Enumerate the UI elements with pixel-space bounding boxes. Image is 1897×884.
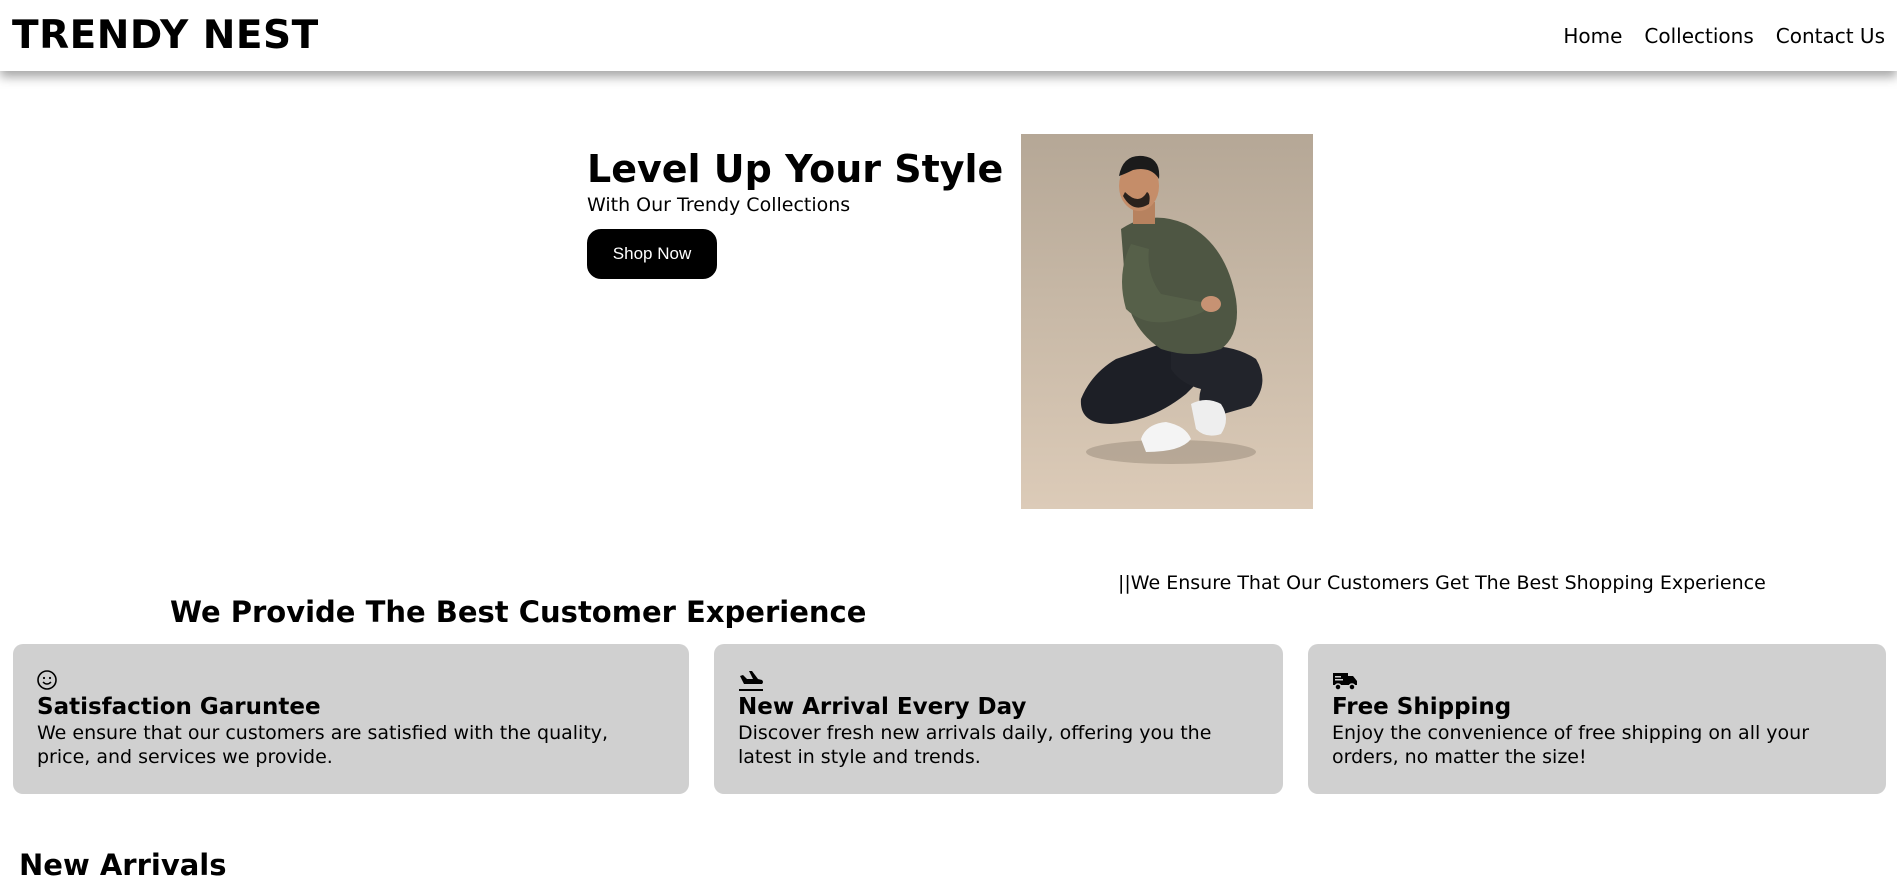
feature-card-satisfaction: Satisfaction Garuntee We ensure that our… [13, 644, 689, 794]
feature-text: Discover fresh new arrivals daily, offer… [738, 722, 1212, 768]
hero-text: Level Up Your Style With Our Trendy Coll… [587, 145, 1004, 279]
model-illustration [1080, 155, 1263, 464]
brand-logo[interactable]: TRENDY NEST [12, 13, 319, 59]
nav-contact-link[interactable]: Contact Us [1776, 22, 1885, 50]
feature-text: We ensure that our customers are satisfi… [37, 722, 609, 768]
plane-arrival-icon [739, 671, 763, 691]
feature-text: Enjoy the convenience of free shipping o… [1332, 722, 1810, 768]
feature-title: Satisfaction Garuntee [37, 694, 321, 720]
main-nav: Home Collections Contact Us [1563, 22, 1885, 50]
hero-title: Level Up Your Style [587, 147, 1004, 191]
hero-subtitle: With Our Trendy Collections [587, 194, 851, 216]
new-arrivals-heading: New Arrivals [19, 848, 227, 883]
hero-model-photo [1021, 134, 1313, 509]
feature-card-new-arrival: New Arrival Every Day Discover fresh new… [714, 644, 1283, 794]
experience-tagline: ||We Ensure That Our Customers Get The B… [1118, 572, 1766, 594]
nav-home-link[interactable]: Home [1563, 22, 1622, 50]
feature-title: Free Shipping [1332, 694, 1512, 720]
feature-card-free-shipping: Free Shipping Enjoy the convenience of f… [1308, 644, 1886, 794]
shop-now-button[interactable]: Shop Now [587, 229, 717, 279]
truck-icon [1333, 673, 1357, 691]
smiley-icon [37, 670, 57, 690]
top-navbar: TRENDY NEST Home Collections Contact Us [0, 0, 1897, 71]
experience-title: We Provide The Best Customer Experience [170, 595, 867, 630]
nav-collections-link[interactable]: Collections [1644, 22, 1753, 50]
feature-title: New Arrival Every Day [738, 694, 1027, 720]
